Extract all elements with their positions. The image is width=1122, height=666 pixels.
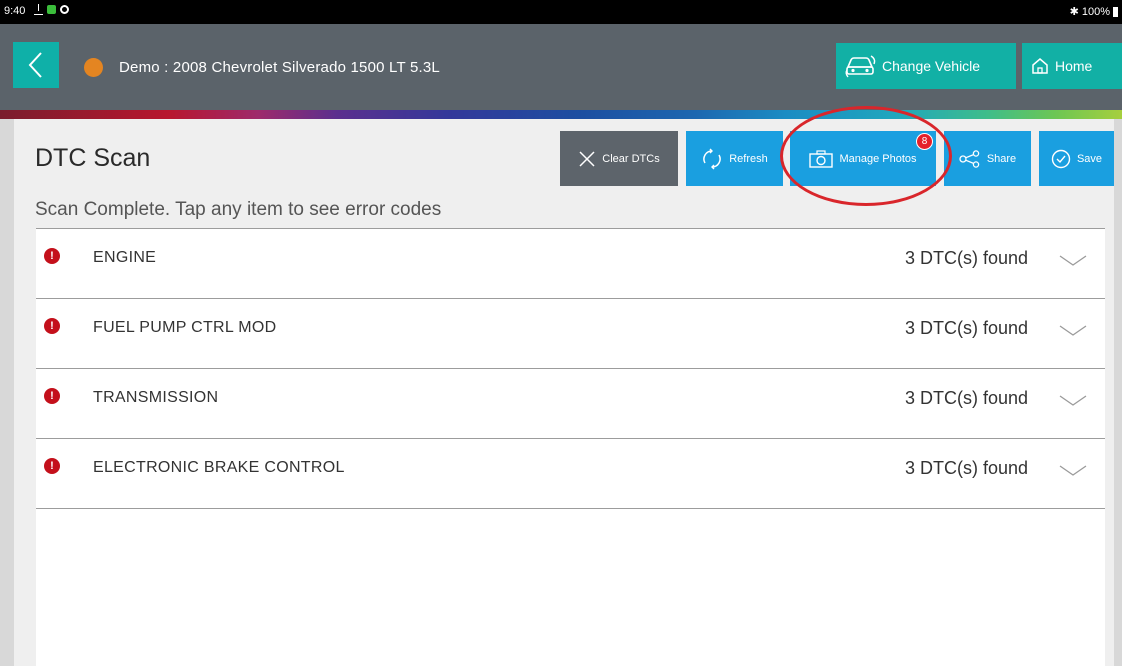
vehicle-status-dot — [84, 58, 103, 77]
status-bar: 9:40 ✱ 100% — [0, 0, 1122, 24]
page-title: DTC Scan — [35, 144, 151, 172]
status-right: ✱ 100% — [1070, 5, 1118, 18]
home-label: Home — [1055, 58, 1093, 74]
sync-icon — [60, 5, 69, 14]
battery-level: 100% — [1081, 5, 1110, 18]
dtc-count: 3 DTC(s) found — [904, 248, 1028, 268]
close-icon — [579, 150, 595, 167]
back-button[interactable] — [13, 42, 59, 88]
refresh-label: Refresh — [729, 152, 768, 165]
home-icon — [1032, 58, 1048, 74]
chevron-down-icon[interactable] — [1058, 323, 1088, 339]
error-icon: ! — [44, 318, 60, 334]
clear-dtcs-button[interactable]: Clear DTCs — [560, 131, 678, 186]
error-icon: ! — [44, 458, 60, 474]
vehicle-title: Demo : 2008 Chevrolet Silverado 1500 LT … — [119, 59, 440, 76]
dtc-row-engine[interactable]: ! ENGINE 3 DTC(s) found — [36, 229, 1105, 299]
refresh-icon — [703, 148, 722, 169]
dtc-row-electronic-brake-control[interactable]: ! ELECTRONIC BRAKE CONTROL 3 DTC(s) foun… — [36, 439, 1105, 509]
status-time: 9:40 — [4, 5, 26, 17]
brand-color-stripe — [0, 110, 1122, 119]
clear-dtcs-label: Clear DTCs — [602, 152, 660, 165]
dtc-module-name: TRANSMISSION — [93, 389, 219, 406]
chevron-left-icon — [28, 52, 42, 78]
download-icon — [34, 4, 43, 15]
save-label: Save — [1076, 152, 1103, 165]
check-circle-icon — [1051, 149, 1071, 168]
dtc-row-fuel-pump-ctrl-mod[interactable]: ! FUEL PUMP CTRL MOD 3 DTC(s) found — [36, 299, 1105, 369]
battery-icon — [1113, 6, 1118, 17]
save-button[interactable]: Save — [1039, 131, 1114, 186]
chevron-down-icon[interactable] — [1058, 393, 1088, 409]
dtc-row-transmission[interactable]: ! TRANSMISSION 3 DTC(s) found — [36, 369, 1105, 439]
app-notification-icon — [47, 5, 56, 14]
share-label: Share — [986, 152, 1017, 165]
change-vehicle-label: Change Vehicle — [882, 58, 981, 74]
dtc-list: ! ENGINE 3 DTC(s) found ! FUEL PUMP CTRL… — [36, 228, 1105, 666]
camera-icon — [809, 149, 834, 168]
home-button[interactable]: Home — [1022, 43, 1122, 89]
dtc-module-name: ENGINE — [93, 249, 157, 266]
manage-photos-label: Manage Photos — [839, 152, 917, 165]
share-icon — [959, 149, 980, 168]
car-swap-icon — [845, 55, 876, 78]
app-header: Demo : 2008 Chevrolet Silverado 1500 LT … — [0, 24, 1122, 110]
chevron-down-icon[interactable] — [1058, 253, 1088, 269]
dtc-count: 3 DTC(s) found — [904, 458, 1028, 478]
dtc-count: 3 DTC(s) found — [904, 388, 1028, 408]
dtc-module-name: FUEL PUMP CTRL MOD — [93, 319, 277, 336]
bluetooth-icon: ✱ — [1069, 6, 1079, 18]
chevron-down-icon[interactable] — [1058, 463, 1088, 479]
share-button[interactable]: Share — [944, 131, 1031, 186]
error-icon: ! — [44, 388, 60, 404]
dtc-count: 3 DTC(s) found — [904, 318, 1028, 338]
photo-count-badge: 8 — [916, 133, 933, 150]
manage-photos-button[interactable]: Manage Photos — [790, 131, 936, 186]
error-icon: ! — [44, 248, 60, 264]
status-icons — [34, 4, 69, 15]
refresh-button[interactable]: Refresh — [686, 131, 783, 186]
main-content: DTC Scan Scan Complete. Tap any item to … — [14, 106, 1114, 666]
change-vehicle-button[interactable]: Change Vehicle — [836, 43, 1016, 89]
scan-status-text: Scan Complete. Tap any item to see error… — [35, 199, 442, 220]
dtc-module-name: ELECTRONIC BRAKE CONTROL — [93, 459, 345, 476]
